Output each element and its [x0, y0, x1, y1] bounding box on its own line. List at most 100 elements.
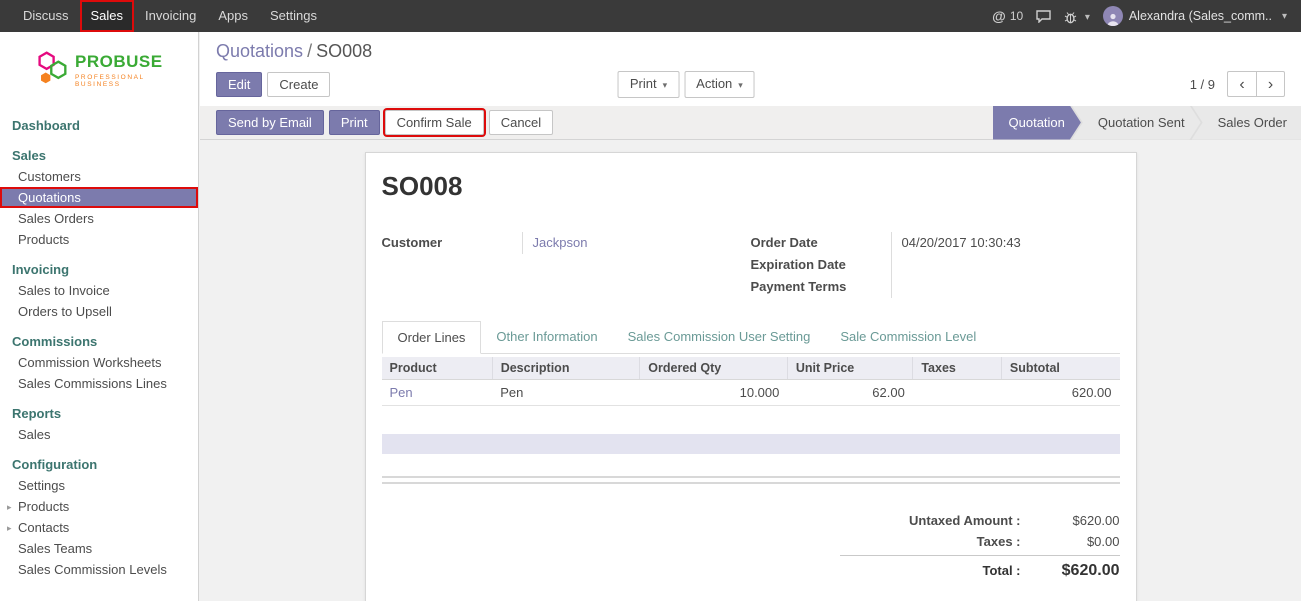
logo-text: PROBUSE PROFESSIONAL BUSINESS [75, 52, 190, 88]
button-row: Edit Create Print Action 1 / 9 [216, 71, 1285, 97]
breadcrumb: Quotations/SO008 [216, 41, 1285, 62]
payment-terms-value [891, 276, 1120, 298]
mention-icon [992, 8, 1006, 24]
nav-item-settings[interactable]: Settings [259, 0, 328, 32]
sidebar-item-settings[interactable]: Settings [0, 475, 198, 496]
activity-menu[interactable]: 10 [992, 8, 1023, 24]
activity-count: 10 [1010, 9, 1023, 23]
logo-subtitle: PROFESSIONAL BUSINESS [75, 74, 190, 88]
cell-unit-price[interactable]: 62.00 [787, 380, 912, 406]
logo-hexagons-icon [34, 48, 70, 91]
column-header-taxes[interactable]: Taxes [913, 357, 1002, 380]
sidebar-item-sales-to-invoice[interactable]: Sales to Invoice [0, 280, 198, 301]
user-avatar-icon [1103, 6, 1123, 26]
top-navbar: Discuss Sales Invoicing Apps Settings 10 [0, 0, 1301, 32]
cell-subtotal[interactable]: 620.00 [1001, 380, 1119, 406]
messages-icon[interactable] [1036, 10, 1051, 23]
right-field-group: Order Date 04/20/2017 10:30:43 Expiratio… [751, 232, 1120, 298]
column-header-subtotal[interactable]: Subtotal [1001, 357, 1119, 380]
edit-button[interactable]: Edit [216, 72, 262, 97]
table-row[interactable]: Pen Pen 10.000 62.00 620.00 [382, 380, 1120, 406]
sidebar-item-reports-sales[interactable]: Sales [0, 424, 198, 445]
print-dropdown[interactable]: Print [618, 71, 679, 98]
product-link[interactable]: Pen [390, 385, 413, 400]
create-button[interactable]: Create [267, 72, 330, 97]
breadcrumb-parent[interactable]: Quotations [216, 41, 303, 61]
main-content: Quotations/SO008 Edit Create Print Actio… [200, 32, 1301, 601]
sidebar-section-sales[interactable]: Sales [0, 145, 198, 166]
sidebar-item-customers[interactable]: Customers [0, 166, 198, 187]
field-groups: Customer Jackpson Order Date 04/20/2017 … [382, 232, 1120, 298]
cell-taxes[interactable] [913, 380, 1002, 406]
customer-value: Jackpson [522, 232, 751, 254]
column-header-description[interactable]: Description [492, 357, 640, 380]
sidebar-item-sales-teams[interactable]: Sales Teams [0, 538, 198, 559]
print-button[interactable]: Print [329, 110, 380, 135]
sidebar-section-dashboard[interactable]: Dashboard [0, 115, 198, 136]
status-step-quotation-sent[interactable]: Quotation Sent [1072, 106, 1201, 140]
sidebar-section-invoicing[interactable]: Invoicing [0, 259, 198, 280]
status-step-quotation[interactable]: Quotation [993, 106, 1081, 140]
sidebar-item-quotations[interactable]: Quotations [0, 187, 198, 208]
breadcrumb-separator: / [307, 41, 312, 61]
sidebar-item-orders-to-upsell[interactable]: Orders to Upsell [0, 301, 198, 322]
nav-item-sales[interactable]: Sales [80, 0, 135, 32]
control-panel-top: Quotations/SO008 Edit Create Print Actio… [200, 32, 1301, 106]
section-strip [382, 434, 1120, 454]
sidebar-section-reports[interactable]: Reports [0, 403, 198, 424]
sidebar-item-sales-commission-levels[interactable]: Sales Commission Levels [0, 559, 198, 580]
sidebar: PROBUSE PROFESSIONAL BUSINESS Dashboard … [0, 32, 199, 601]
cell-description[interactable]: Pen [492, 380, 640, 406]
tab-sale-commission-level[interactable]: Sale Commission Level [825, 321, 991, 354]
total-value: $620.00 [1035, 562, 1120, 580]
sidebar-item-sales-orders[interactable]: Sales Orders [0, 208, 198, 229]
user-menu[interactable]: Alexandra (Sales_comm.. [1103, 6, 1287, 26]
customer-link[interactable]: Jackpson [533, 235, 588, 250]
pager-next-button[interactable] [1256, 71, 1285, 97]
sidebar-item-config-contacts[interactable]: Contacts [0, 517, 198, 538]
cell-product[interactable]: Pen [382, 380, 493, 406]
sidebar-item-products[interactable]: Products [0, 229, 198, 250]
sidebar-item-sales-commissions-lines[interactable]: Sales Commissions Lines [0, 373, 198, 394]
status-step-sales-order[interactable]: Sales Order [1192, 106, 1301, 140]
send-by-email-button[interactable]: Send by Email [216, 110, 324, 135]
untaxed-amount-value: $620.00 [1035, 513, 1120, 528]
order-date-value: 04/20/2017 10:30:43 [891, 232, 1120, 254]
sidebar-item-commission-worksheets[interactable]: Commission Worksheets [0, 352, 198, 373]
debug-icon[interactable] [1064, 8, 1090, 23]
tab-sales-commission-user-setting[interactable]: Sales Commission User Setting [613, 321, 826, 354]
action-dropdown[interactable]: Action [684, 71, 755, 98]
user-name: Alexandra (Sales_comm.. [1129, 9, 1272, 23]
taxes-row: Taxes : $0.00 [840, 531, 1120, 552]
nav-item-invoicing[interactable]: Invoicing [134, 0, 207, 32]
sidebar-item-config-products[interactable]: Products [0, 496, 198, 517]
topbar-right: 10 [992, 0, 1301, 32]
app-logo: PROBUSE PROFESSIONAL BUSINESS [0, 32, 198, 105]
nav-item-discuss[interactable]: Discuss [12, 0, 80, 32]
confirm-sale-button[interactable]: Confirm Sale [385, 110, 484, 135]
totals-block: Untaxed Amount : $620.00 Taxes : $0.00 T… [840, 510, 1120, 583]
column-header-unit-price[interactable]: Unit Price [787, 357, 912, 380]
sidebar-section-commissions[interactable]: Commissions [0, 331, 198, 352]
total-separator [840, 555, 1120, 556]
cancel-button[interactable]: Cancel [489, 110, 553, 135]
tab-order-lines[interactable]: Order Lines [382, 321, 482, 354]
column-header-product[interactable]: Product [382, 357, 493, 380]
tab-other-information[interactable]: Other Information [481, 321, 612, 354]
untaxed-amount-row: Untaxed Amount : $620.00 [840, 510, 1120, 531]
table-header-row: Product Description Ordered Qty Unit Pri… [382, 357, 1120, 380]
workflow-buttons: Send by Email Print Confirm Sale Cancel [216, 110, 553, 135]
edit-create-group: Edit Create [216, 72, 330, 97]
separator-rule-top [382, 476, 1120, 478]
nav-item-apps[interactable]: Apps [207, 0, 259, 32]
taxes-label: Taxes : [840, 534, 1035, 549]
form-sheet: SO008 Customer Jackpson Order Date 04/20… [365, 152, 1137, 601]
pager-previous-button[interactable] [1227, 71, 1256, 97]
breadcrumb-current: SO008 [316, 41, 372, 61]
cell-ordered-qty[interactable]: 10.000 [640, 380, 788, 406]
left-field-group: Customer Jackpson [382, 232, 751, 298]
column-header-ordered-qty[interactable]: Ordered Qty [640, 357, 788, 380]
expiration-date-label: Expiration Date [751, 254, 891, 276]
sidebar-section-configuration[interactable]: Configuration [0, 454, 198, 475]
separator-rule-bottom [382, 482, 1120, 484]
